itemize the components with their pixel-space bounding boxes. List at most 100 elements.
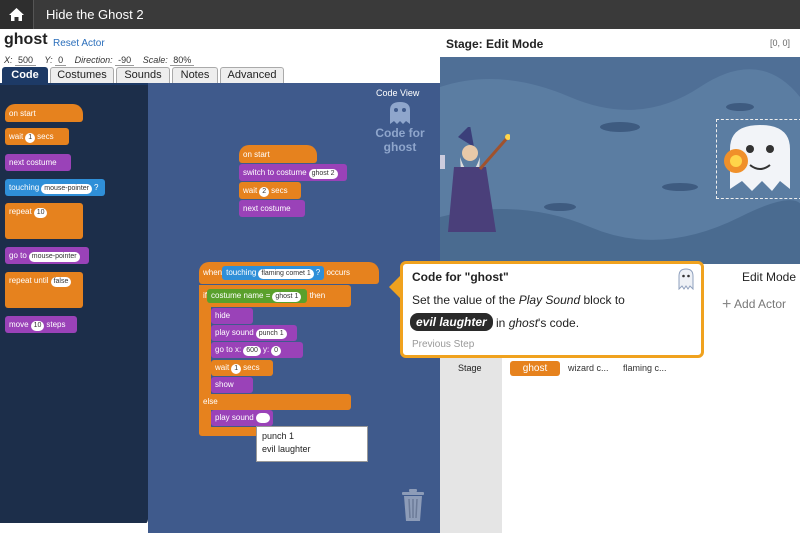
palette-wait-block[interactable]: wait 1 secs [5, 128, 69, 145]
wizard-sprite[interactable] [440, 127, 510, 237]
palette-next-costume-block[interactable]: next costume [5, 154, 71, 171]
script2-show-block[interactable]: show [211, 377, 253, 393]
target-value-chip: evil laughter [410, 313, 493, 331]
script2-if-block[interactable]: if costume name = ghost 1 then [199, 285, 351, 307]
tooltip-instruction: Set the value of the Play Sound block to [412, 293, 625, 307]
block-input[interactable]: mouse-pointer [41, 184, 92, 194]
script2-wait-block[interactable]: wait 1 secs [211, 360, 273, 376]
script2-goto-xy-block[interactable]: go to x: 600 y: 0 [211, 342, 303, 358]
block-input[interactable]: flaming comet 1 [258, 269, 314, 279]
tooltip-text: 's code. [538, 316, 580, 330]
if-else-frame [199, 285, 211, 435]
block-label: wait [215, 363, 230, 372]
watermark-line2: ghost [383, 140, 417, 154]
script1-next-costume-block[interactable]: next costume [239, 200, 305, 217]
dropdown-option[interactable]: punch 1 [262, 430, 362, 443]
trash-icon[interactable] [400, 488, 426, 522]
block-input[interactable]: punch 1 [255, 329, 287, 339]
dropdown-option[interactable]: evil laughter [262, 443, 362, 456]
script2-play-sound2-block[interactable]: play sound [211, 410, 273, 426]
stage-coordinate: [0, 0] [770, 38, 791, 48]
code-view-label: Code View [376, 88, 420, 98]
script1-wait-block[interactable]: wait 2 secs [239, 182, 301, 199]
script2-play-sound-block[interactable]: play sound punch 1 [211, 325, 297, 341]
block-label: y: [262, 345, 270, 354]
actor-item-wizard[interactable]: wizard c... [568, 363, 609, 373]
home-icon [9, 8, 24, 21]
actor-item-ghost[interactable]: ghost [510, 361, 560, 376]
block-label: = [265, 291, 271, 300]
block-label: hide [215, 311, 231, 320]
block-label: ? [94, 183, 99, 192]
actor-properties: X: 500 Y: 0 Direction: -90 Scale: 80% [4, 55, 200, 66]
tab-sounds[interactable]: Sounds [116, 67, 170, 83]
stage-canvas[interactable] [440, 57, 800, 264]
block-input[interactable]: 10 [33, 208, 48, 218]
tab-notes[interactable]: Notes [172, 67, 218, 83]
tab-advanced[interactable]: Advanced [220, 67, 284, 83]
touching-condition[interactable]: touching flaming comet 1? [222, 266, 325, 280]
palette-repeat-block[interactable]: repeat 10 [5, 203, 83, 239]
collapse-handle[interactable] [440, 155, 445, 169]
actor-item-comet[interactable]: flaming c... [623, 363, 667, 373]
tooltip-text: Set the value of the [412, 293, 519, 307]
block-label: go to [9, 251, 27, 260]
block-input[interactable]: 10 [30, 321, 45, 331]
ghost-icon [390, 102, 410, 124]
previous-step-link[interactable]: Previous Step [412, 339, 474, 350]
block-input[interactable]: 600 [243, 346, 261, 356]
tab-costumes[interactable]: Costumes [50, 67, 114, 83]
block-input[interactable]: 2 [259, 187, 270, 197]
stage-title: Stage: Edit Mode [446, 37, 544, 51]
block-input[interactable]: 0 [271, 346, 282, 356]
code-watermark: Code for ghost [370, 100, 430, 160]
costume-compare[interactable]: costume name = ghost 1 [207, 289, 308, 303]
tooltip-text: in [496, 316, 509, 330]
bottom-strip [0, 523, 148, 533]
block-input[interactable]: ghost 1 [272, 292, 302, 302]
palette-repeat-until-block[interactable]: repeat until false [5, 272, 83, 308]
if-else-footer [199, 427, 259, 436]
block-input[interactable] [255, 412, 270, 423]
tooltip-emphasis: ghost [508, 316, 539, 330]
tooltip-text: block to [580, 293, 625, 307]
tooltip-emphasis: Play Sound [518, 293, 581, 307]
y-label: Y: [44, 55, 53, 65]
add-actor-button[interactable]: + Add Actor [722, 296, 786, 314]
y-field[interactable]: 0 [55, 55, 67, 66]
block-label: touching [9, 183, 40, 192]
block-label: occurs [326, 268, 351, 277]
block-label: when [203, 268, 223, 277]
edit-mode-button[interactable]: Edit Mode [742, 270, 796, 284]
direction-field[interactable]: -90 [115, 55, 135, 66]
block-input[interactable]: ghost 2 [308, 169, 338, 179]
script2-hide-block[interactable]: hide [211, 308, 253, 324]
reset-actor-link[interactable]: Reset Actor [53, 38, 105, 49]
block-input[interactable]: 1 [25, 133, 36, 143]
scale-field[interactable]: 80% [170, 55, 195, 66]
script2-when-block[interactable]: when touching flaming comet 1? occurs [199, 262, 379, 284]
script1-switch-costume-block[interactable]: switch to costume ghost 2 [239, 164, 347, 181]
block-label: wait [9, 132, 24, 141]
x-label: X: [4, 55, 13, 65]
block-label: on start [243, 150, 270, 159]
x-field[interactable]: 500 [15, 55, 37, 66]
block-input[interactable]: 1 [231, 364, 242, 374]
block-label: costume name [211, 291, 264, 300]
block-label: ? [315, 268, 321, 277]
block-label: secs [37, 132, 54, 141]
ghost-sprite[interactable] [716, 119, 800, 197]
sound-dropdown-menu: punch 1 evil laughter [256, 426, 368, 462]
stage-label[interactable]: Stage [458, 363, 482, 373]
palette-move-block[interactable]: move 10 steps [5, 316, 77, 333]
palette-touching-block[interactable]: touching mouse-pointer? [5, 179, 105, 196]
plus-icon: + [722, 296, 732, 313]
scale-label: Scale: [142, 55, 168, 65]
home-button[interactable] [0, 0, 34, 29]
block-input[interactable]: false [50, 277, 72, 287]
block-input[interactable]: mouse-pointer [28, 252, 80, 262]
palette-on-start-block[interactable]: on start [5, 104, 83, 122]
tab-code[interactable]: Code [2, 67, 48, 83]
script1-on-start-block[interactable]: on start [239, 145, 317, 163]
palette-goto-block[interactable]: go to mouse-pointer [5, 247, 89, 264]
